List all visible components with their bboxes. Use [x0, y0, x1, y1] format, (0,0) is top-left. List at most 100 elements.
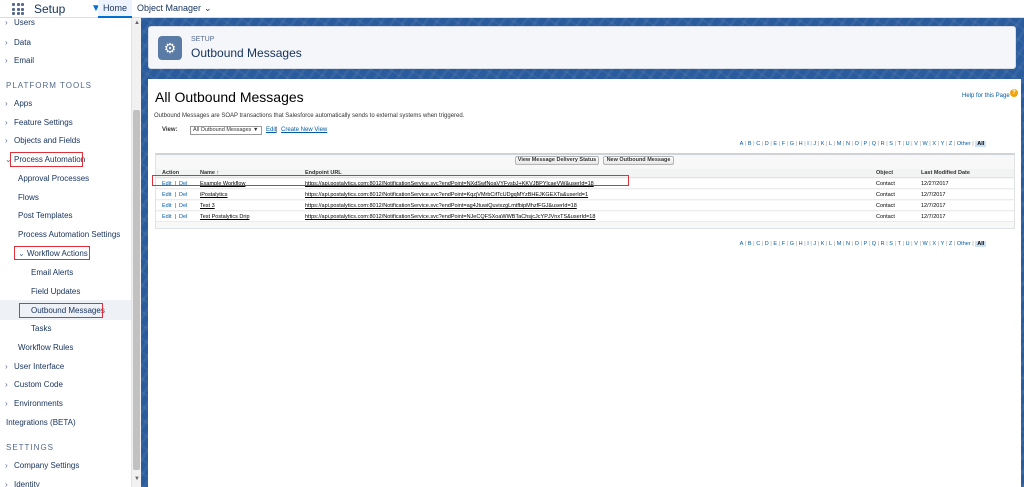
sidebar-item-workflow-rules[interactable]: Workflow Rules: [0, 339, 131, 357]
view-select[interactable]: All Outbound Messages ▼: [190, 126, 262, 135]
message-name-link[interactable]: iPostalytics: [200, 192, 228, 198]
letter-filter-k[interactable]: K: [821, 141, 825, 147]
tab-home[interactable]: Home: [98, 0, 132, 18]
letter-filter-t[interactable]: T: [898, 141, 901, 147]
letter-filter-p[interactable]: P: [863, 241, 867, 247]
letter-filter-all[interactable]: All: [975, 241, 987, 247]
chevron-down-icon[interactable]: ⌄: [204, 3, 212, 13]
letter-filter-d[interactable]: D: [765, 241, 769, 247]
help-link[interactable]: Help for this Page: [962, 93, 1010, 99]
letter-filter-j[interactable]: J: [813, 241, 816, 247]
letter-filter-e[interactable]: E: [773, 141, 777, 147]
letter-filter-v[interactable]: V: [914, 241, 918, 247]
letter-filter-g[interactable]: G: [790, 241, 794, 247]
letter-filter-i[interactable]: I: [807, 141, 809, 147]
letter-filter-v[interactable]: V: [914, 141, 918, 147]
letter-filter-b[interactable]: B: [748, 141, 752, 147]
letter-filter-r[interactable]: R: [881, 141, 885, 147]
sidebar-item-post-templates[interactable]: Post Templates: [0, 207, 131, 225]
sidebar-item-users[interactable]: › Users: [0, 18, 131, 32]
letter-filter-a[interactable]: A: [740, 241, 744, 247]
letter-filter-c[interactable]: C: [756, 141, 760, 147]
help-icon[interactable]: ?: [1010, 89, 1018, 97]
endpoint-url-link[interactable]: https://api.postalytics.com:8012/Notific…: [305, 192, 588, 198]
letter-filter-t[interactable]: T: [898, 241, 901, 247]
letter-filter-s[interactable]: S: [889, 141, 893, 147]
edit-link[interactable]: Edit: [162, 203, 171, 209]
letter-filter-z[interactable]: Z: [949, 241, 952, 247]
message-name-link[interactable]: Test Postalytics Drip: [200, 214, 250, 220]
sidebar-item-user-interface[interactable]: › User Interface: [0, 358, 131, 376]
letter-filter-c[interactable]: C: [756, 241, 760, 247]
letter-filter-n[interactable]: N: [846, 141, 850, 147]
view-message-delivery-status-button[interactable]: View Message Delivery Status: [515, 156, 599, 165]
letter-filter-d[interactable]: D: [765, 141, 769, 147]
letter-filter-q[interactable]: Q: [872, 141, 876, 147]
sidebar-item-approval-processes[interactable]: Approval Processes: [0, 170, 131, 188]
letter-filter-u[interactable]: U: [906, 241, 910, 247]
letter-filter-j[interactable]: J: [813, 141, 816, 147]
sidebar-item-tasks[interactable]: Tasks: [0, 320, 131, 338]
letter-filter-n[interactable]: N: [846, 241, 850, 247]
letter-filter-l[interactable]: L: [829, 241, 832, 247]
letter-filter-y[interactable]: Y: [941, 141, 945, 147]
sidebar-item-flows[interactable]: Flows: [0, 189, 131, 207]
view-edit-link[interactable]: Edit: [266, 127, 276, 133]
sidebar-item-data[interactable]: › Data: [0, 34, 131, 52]
letter-filter-other[interactable]: Other: [957, 141, 971, 147]
message-name-link[interactable]: Test 3: [200, 203, 215, 209]
letter-filter-h[interactable]: H: [799, 241, 803, 247]
letter-filter-all[interactable]: All: [975, 141, 987, 147]
letter-filter-o[interactable]: O: [855, 241, 859, 247]
column-header-last-modified[interactable]: Last Modified Date: [921, 170, 970, 176]
edit-link[interactable]: Edit: [162, 192, 171, 198]
app-launcher-grid-icon[interactable]: [12, 3, 24, 15]
scrollbar-thumb[interactable]: [133, 110, 140, 470]
sidebar-item-objects-and-fields[interactable]: › Objects and Fields: [0, 132, 131, 150]
letter-filter-other[interactable]: Other: [957, 241, 971, 247]
letter-filter-m[interactable]: M: [837, 241, 842, 247]
letter-filter-x[interactable]: X: [932, 241, 936, 247]
letter-filter-x[interactable]: X: [932, 141, 936, 147]
letter-filter-l[interactable]: L: [829, 141, 832, 147]
endpoint-url-link[interactable]: https://api.postalytics.com:8012/Notific…: [305, 214, 595, 220]
letter-filter-a[interactable]: A: [740, 141, 744, 147]
endpoint-url-link[interactable]: https://api.postalytics.com:8012/Notific…: [305, 203, 577, 209]
sidebar-item-custom-code[interactable]: › Custom Code: [0, 376, 131, 394]
letter-filter-f[interactable]: F: [782, 141, 785, 147]
letter-filter-h[interactable]: H: [799, 141, 803, 147]
letter-filter-e[interactable]: E: [773, 241, 777, 247]
sidebar-item-integrations[interactable]: Integrations (BETA): [0, 414, 131, 432]
sidebar-item-apps[interactable]: › Apps: [0, 95, 131, 113]
sidebar-item-identity[interactable]: › Identity: [0, 476, 131, 487]
letter-filter-w[interactable]: W: [922, 241, 927, 247]
new-outbound-message-button[interactable]: New Outbound Message: [603, 156, 674, 165]
sidebar-item-environments[interactable]: › Environments: [0, 395, 131, 413]
letter-filter-w[interactable]: W: [922, 141, 927, 147]
delete-link[interactable]: Del: [179, 203, 187, 209]
sidebar-item-email[interactable]: › Email: [0, 52, 131, 70]
sidebar-scrollbar[interactable]: ▲ ▼: [131, 18, 141, 487]
letter-filter-k[interactable]: K: [821, 241, 825, 247]
delete-link[interactable]: Del: [179, 192, 187, 198]
letter-filter-b[interactable]: B: [748, 241, 752, 247]
letter-filter-i[interactable]: I: [807, 241, 809, 247]
delete-link[interactable]: Del: [179, 214, 187, 220]
sidebar-item-feature-settings[interactable]: › Feature Settings: [0, 114, 131, 132]
sidebar-item-field-updates[interactable]: Field Updates: [0, 283, 131, 301]
letter-filter-m[interactable]: M: [837, 141, 842, 147]
letter-filter-r[interactable]: R: [881, 241, 885, 247]
column-header-object[interactable]: Object: [876, 170, 893, 176]
edit-link[interactable]: Edit: [162, 214, 171, 220]
tab-object-manager[interactable]: Object Manager ⌄: [137, 0, 212, 18]
letter-filter-o[interactable]: O: [855, 141, 859, 147]
sidebar-item-email-alerts[interactable]: Email Alerts: [0, 264, 131, 282]
letter-filter-z[interactable]: Z: [949, 141, 952, 147]
letter-filter-q[interactable]: Q: [872, 241, 876, 247]
create-new-view-link[interactable]: Create New View: [281, 127, 327, 133]
letter-filter-f[interactable]: F: [782, 241, 785, 247]
letter-filter-s[interactable]: S: [889, 241, 893, 247]
letter-filter-y[interactable]: Y: [941, 241, 945, 247]
letter-filter-g[interactable]: G: [790, 141, 794, 147]
sidebar-item-process-automation-settings[interactable]: Process Automation Settings: [0, 226, 131, 244]
